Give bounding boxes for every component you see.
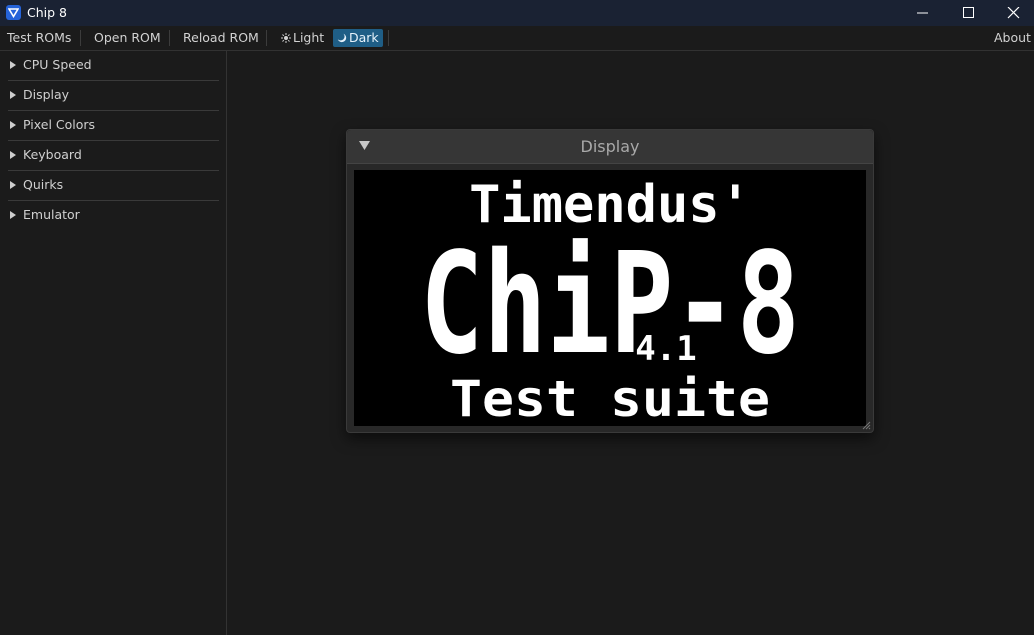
title-bar: Chip 8 bbox=[0, 0, 1034, 26]
menu-separator bbox=[80, 30, 81, 46]
sidebar-item-label: Quirks bbox=[23, 177, 64, 192]
close-icon bbox=[1007, 7, 1020, 19]
sidebar-item-quirks[interactable]: Quirks bbox=[0, 171, 226, 201]
theme-dark-label: Dark bbox=[349, 30, 379, 45]
maximize-icon bbox=[963, 7, 974, 18]
sidebar-item-emulator[interactable]: Emulator bbox=[0, 201, 226, 231]
menu-about[interactable]: About bbox=[994, 30, 1031, 46]
window-title: Chip 8 bbox=[27, 5, 67, 20]
display-window-header[interactable]: Display bbox=[347, 130, 873, 164]
minimize-icon bbox=[917, 12, 928, 14]
display-window-title: Display bbox=[580, 137, 640, 156]
sidebar-item-pixel-colors[interactable]: Pixel Colors bbox=[0, 111, 226, 141]
menu-separator bbox=[388, 30, 389, 46]
theme-light-button[interactable]: Light bbox=[277, 29, 328, 47]
sun-icon bbox=[281, 33, 291, 43]
sidebar-item-label: CPU Speed bbox=[23, 57, 92, 72]
menu-bar: Test ROMs Open ROM Reload ROM Light Dark… bbox=[0, 26, 1034, 51]
menu-separator bbox=[266, 30, 267, 46]
theme-light-label: Light bbox=[293, 30, 325, 45]
expand-arrow-icon bbox=[10, 121, 16, 129]
resize-grip-icon[interactable] bbox=[862, 421, 871, 430]
sidebar-item-cpu-speed[interactable]: CPU Speed bbox=[0, 51, 226, 81]
app-logo-icon bbox=[6, 5, 21, 20]
expand-arrow-icon bbox=[10, 151, 16, 159]
menu-separator bbox=[169, 30, 170, 46]
expand-arrow-icon bbox=[10, 91, 16, 99]
sidebar-item-label: Emulator bbox=[23, 207, 80, 222]
screen-line-2: ChiP-8 bbox=[420, 223, 800, 386]
sidebar-item-label: Pixel Colors bbox=[23, 117, 96, 132]
sidebar-item-keyboard[interactable]: Keyboard bbox=[0, 141, 226, 171]
chip8-screen: Timendus' ChiP-8 4.1 Test suite bbox=[354, 170, 866, 426]
close-button[interactable] bbox=[991, 0, 1034, 26]
minimize-button[interactable] bbox=[900, 0, 945, 26]
sidebar-item-display[interactable]: Display bbox=[0, 81, 226, 111]
menu-open-rom[interactable]: Open ROM bbox=[94, 30, 161, 46]
sidebar-item-label: Display bbox=[23, 87, 70, 102]
screen-line-3: Test suite bbox=[450, 370, 770, 426]
menu-test-roms[interactable]: Test ROMs bbox=[7, 30, 71, 46]
expand-arrow-icon bbox=[10, 181, 16, 189]
display-window[interactable]: Display Timendus' ChiP-8 4.1 Test suite bbox=[346, 129, 874, 433]
sidebar-item-label: Keyboard bbox=[23, 147, 82, 162]
screen-version: 4.1 bbox=[635, 329, 696, 369]
expand-arrow-icon bbox=[10, 211, 16, 219]
moon-icon bbox=[337, 33, 347, 43]
expand-arrow-icon bbox=[10, 61, 16, 69]
maximize-button[interactable] bbox=[946, 0, 991, 26]
settings-sidebar: CPU Speed Display Pixel Colors Keyboard … bbox=[0, 51, 227, 635]
theme-dark-button[interactable]: Dark bbox=[333, 29, 383, 47]
menu-reload-rom[interactable]: Reload ROM bbox=[183, 30, 259, 46]
